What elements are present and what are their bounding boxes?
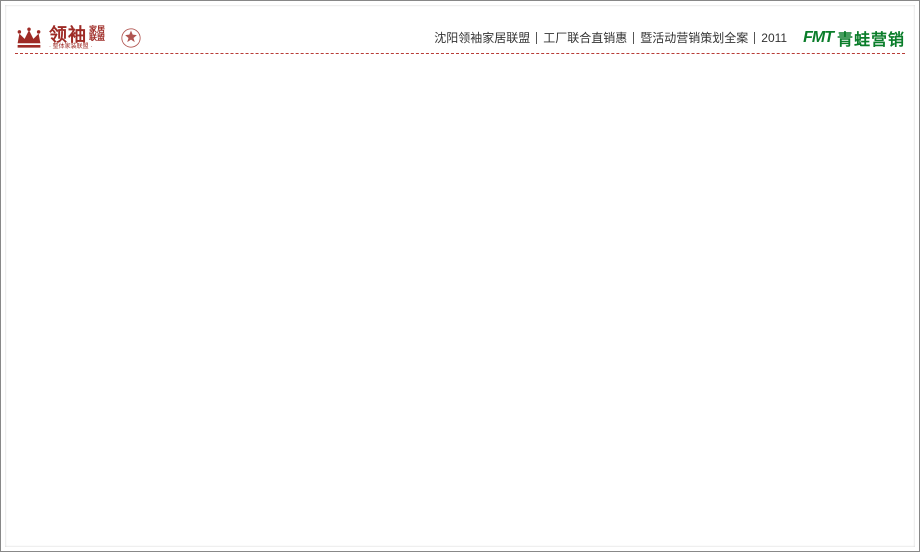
header-tags: 沈阳领袖家居联盟 工厂联合直销惠 暨活动营销策划全案 2011	[428, 32, 793, 44]
logo-main-text: 领袖	[49, 26, 87, 44]
tag-item: 工厂联合直销惠	[537, 32, 634, 44]
logo-sub-text: · 整体家装联盟 ·	[49, 44, 105, 50]
tag-item: 2011	[755, 32, 793, 44]
tag-item: 沈阳领袖家居联盟	[428, 32, 537, 44]
slide-inner: 领袖 家居 联盟 · 整体家装联盟 · 沈阳领袖家居联盟 工厂联合直销惠 暨活动…	[5, 5, 915, 547]
right-logo-cn: 青蛙营销	[837, 26, 905, 50]
header-divider	[15, 53, 905, 54]
medallion-icon	[121, 28, 141, 48]
tag-item: 暨活动营销策划全案	[634, 32, 755, 44]
logo-side-text: 家居 联盟	[89, 26, 105, 42]
left-logo-text: 领袖 家居 联盟 · 整体家装联盟 ·	[49, 26, 105, 50]
slide-page: 领袖 家居 联盟 · 整体家装联盟 · 沈阳领袖家居联盟 工厂联合直销惠 暨活动…	[0, 0, 920, 552]
left-logo-group: 领袖 家居 联盟 · 整体家装联盟 ·	[15, 26, 141, 50]
right-logo-en: FMT	[803, 29, 833, 47]
right-logo-group: FMT 青蛙营销	[803, 26, 905, 50]
crown-icon	[15, 27, 43, 49]
header-bar: 领袖 家居 联盟 · 整体家装联盟 · 沈阳领袖家居联盟 工厂联合直销惠 暨活动…	[15, 23, 905, 53]
